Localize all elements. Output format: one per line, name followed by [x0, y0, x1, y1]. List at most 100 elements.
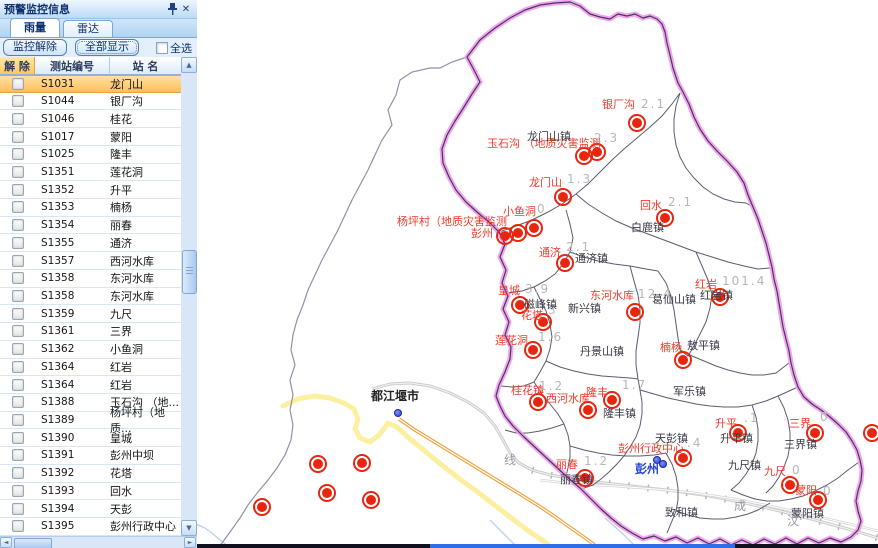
station-marker[interactable]	[362, 491, 380, 509]
scroll-right-icon[interactable]: ►	[184, 537, 196, 548]
tab-radar[interactable]: 雷达	[63, 20, 113, 37]
road-label: 线	[504, 454, 516, 466]
header-release[interactable]: 解 除	[0, 57, 35, 75]
table-row[interactable]: S1364红岩	[0, 376, 181, 394]
scroll-down-icon[interactable]: ▼	[181, 520, 197, 536]
select-all-label: 全选	[170, 40, 192, 56]
pin-icon[interactable]	[165, 2, 179, 17]
scroll-up-icon[interactable]: ▲	[181, 57, 197, 73]
station-label: 蒙阳	[795, 485, 817, 496]
select-all-checkbox[interactable]	[156, 42, 168, 54]
station-name: 东河水库	[110, 270, 179, 286]
horizontal-scrollbar[interactable]: ◄ ►	[0, 536, 197, 548]
town-label: 九尺镇	[728, 460, 761, 471]
row-checkbox[interactable]	[12, 343, 24, 355]
row-checkbox[interactable]	[12, 255, 24, 267]
station-label: 龙门山	[529, 177, 562, 188]
row-checkbox[interactable]	[12, 184, 24, 196]
table-row[interactable]: S1362小鱼洞	[0, 341, 181, 359]
row-checkbox[interactable]	[12, 148, 24, 160]
station-marker[interactable]	[253, 498, 271, 516]
table-row[interactable]: S1046桂花	[0, 110, 181, 128]
table-row[interactable]: S1364红岩	[0, 359, 181, 377]
station-marker[interactable]	[309, 455, 327, 473]
table-row[interactable]: S1358东河水库	[0, 270, 181, 288]
row-checkbox[interactable]	[12, 219, 24, 231]
row-checkbox[interactable]	[12, 432, 24, 444]
row-checkbox[interactable]	[12, 467, 24, 479]
station-code: S1354	[35, 219, 110, 231]
header-station-name[interactable]: 站 名	[110, 57, 181, 75]
table-row[interactable]: S1392花塔	[0, 465, 181, 483]
vertical-scroll-thumb[interactable]	[182, 250, 197, 294]
scroll-left-icon[interactable]: ◄	[0, 537, 12, 548]
station-name: 龙门山	[110, 76, 179, 92]
town-label: 天彭镇	[655, 433, 688, 444]
station-marker[interactable]	[626, 303, 644, 321]
row-checkbox[interactable]	[12, 201, 24, 213]
row-checkbox[interactable]	[12, 113, 24, 125]
table-row[interactable]: S1025隆丰	[0, 146, 181, 164]
horizontal-scroll-thumb[interactable]	[14, 538, 52, 548]
row-checkbox[interactable]	[12, 396, 24, 408]
station-code: S1044	[35, 95, 110, 107]
row-checkbox[interactable]	[12, 449, 24, 461]
warning-panel: 预警监控信息 ✕ 雨量 雷达 监控解除 全部显示 全选 解 除 测站编号 站 名…	[0, 0, 197, 548]
station-marker[interactable]	[628, 114, 646, 132]
release-monitoring-button[interactable]: 监控解除	[3, 39, 67, 56]
tab-rainfall[interactable]: 雨量	[10, 18, 60, 37]
station-label: 莲花洞	[495, 335, 528, 346]
table-row[interactable]: S1390皇城	[0, 429, 181, 447]
station-marker[interactable]	[554, 188, 572, 206]
table-row[interactable]: S1358东河水库	[0, 288, 181, 306]
table-row[interactable]: S1353楠杨	[0, 199, 181, 217]
table-row[interactable]: S1357西河水库	[0, 252, 181, 270]
row-checkbox[interactable]	[12, 414, 24, 426]
table-row[interactable]: S1351莲花洞	[0, 164, 181, 182]
station-label: 升平	[715, 418, 737, 429]
table-row[interactable]: S1393回水	[0, 483, 181, 501]
row-checkbox[interactable]	[12, 379, 24, 391]
station-name: 丽春	[110, 217, 179, 233]
row-checkbox[interactable]	[12, 308, 24, 320]
row-checkbox[interactable]	[12, 520, 24, 532]
row-checkbox[interactable]	[12, 272, 24, 284]
station-code: S1353	[35, 201, 110, 213]
station-marker[interactable]	[525, 219, 543, 237]
station-marker[interactable]	[318, 484, 336, 502]
table-row[interactable]: S1355通济	[0, 234, 181, 252]
table-row[interactable]: S1359九尺	[0, 305, 181, 323]
table-row[interactable]: S1391彭州中坝	[0, 447, 181, 465]
station-code: S1351	[35, 166, 110, 178]
row-checkbox[interactable]	[12, 325, 24, 337]
row-checkbox[interactable]	[12, 503, 24, 515]
row-checkbox[interactable]	[12, 290, 24, 302]
station-label: 丽春	[556, 459, 578, 470]
station-name: 红岩	[110, 377, 179, 393]
row-checkbox[interactable]	[12, 95, 24, 107]
row-checkbox[interactable]	[12, 361, 24, 373]
header-station-code[interactable]: 测站编号	[35, 57, 110, 75]
row-checkbox[interactable]	[12, 485, 24, 497]
city-label: 彭州	[635, 463, 659, 475]
row-checkbox[interactable]	[12, 237, 24, 249]
station-code: S1017	[35, 131, 110, 143]
town-label: 通济镇	[575, 253, 608, 264]
table-row[interactable]: S1389杨坪村（地质...	[0, 412, 181, 430]
table-row[interactable]: S1031龙门山	[0, 75, 181, 93]
table-row[interactable]: S1352升平	[0, 181, 181, 199]
vertical-scrollbar[interactable]: ▲ ▼	[181, 57, 197, 536]
row-checkbox[interactable]	[12, 131, 24, 143]
table-row[interactable]: S1354丽春	[0, 217, 181, 235]
table-row[interactable]: S1044银厂沟	[0, 93, 181, 111]
table-row[interactable]: S1017蒙阳	[0, 128, 181, 146]
show-all-button[interactable]: 全部显示	[75, 39, 139, 56]
row-checkbox[interactable]	[12, 78, 24, 90]
station-marker[interactable]	[863, 424, 878, 442]
table-row[interactable]: S1394天彭	[0, 500, 181, 518]
close-icon[interactable]: ✕	[179, 2, 193, 17]
station-marker[interactable]	[353, 454, 371, 472]
table-row[interactable]: S1361三界	[0, 323, 181, 341]
table-row[interactable]: S1395彭州行政中心	[0, 518, 181, 536]
row-checkbox[interactable]	[12, 166, 24, 178]
